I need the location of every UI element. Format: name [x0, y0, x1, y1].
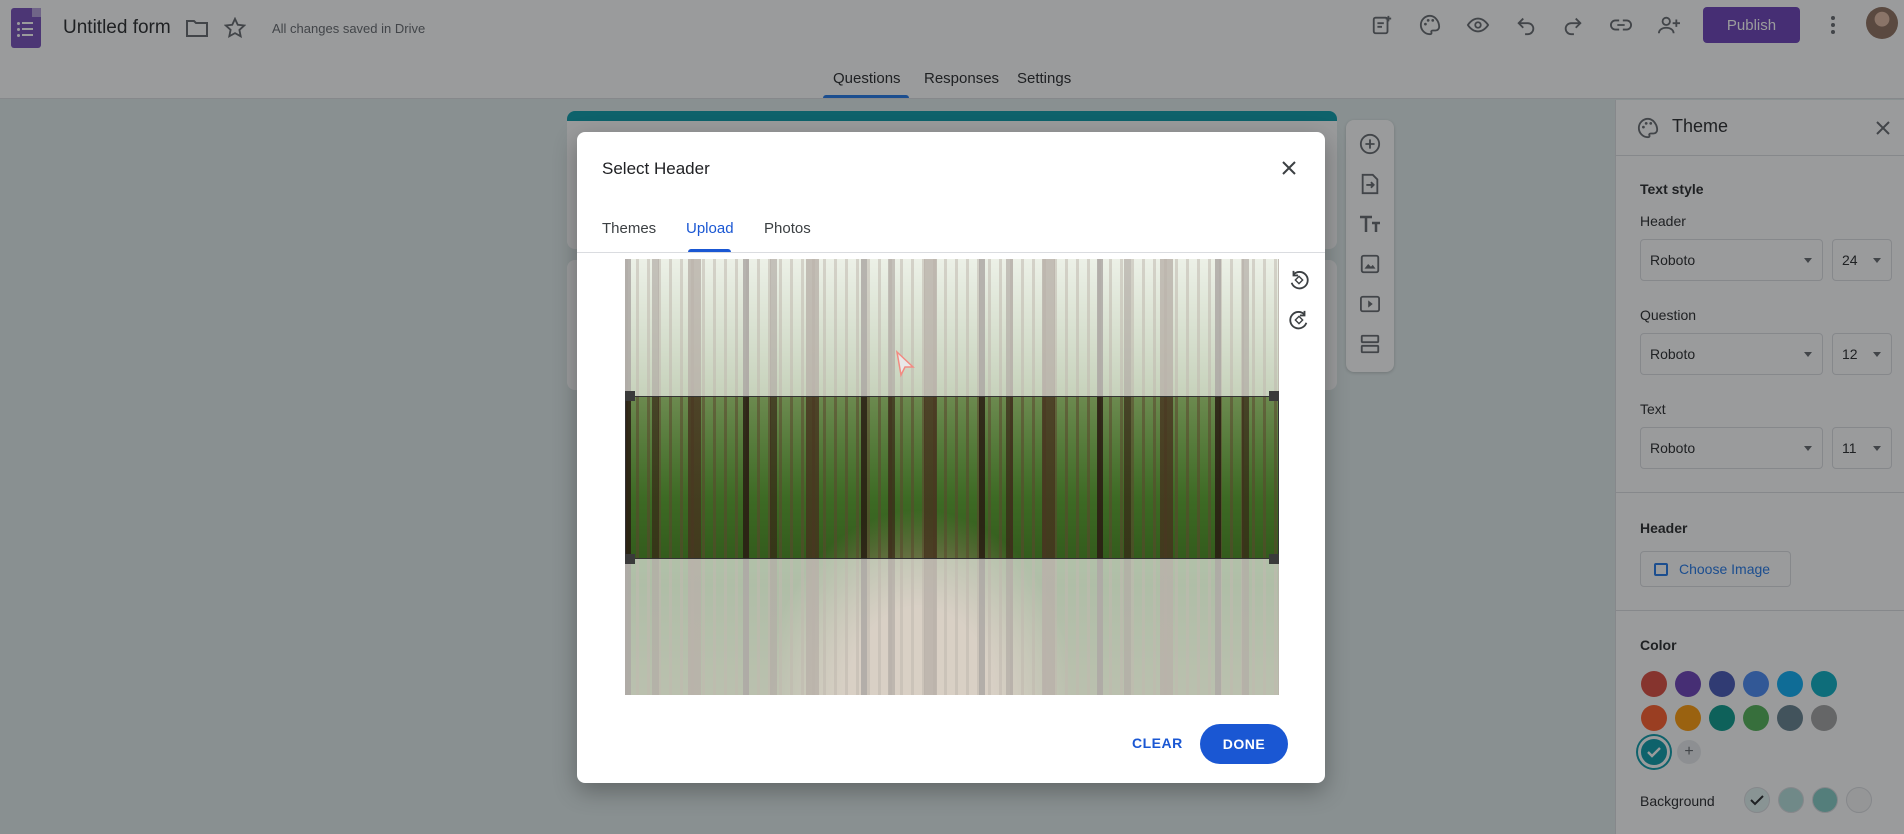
crop-handle-top-left[interactable] [625, 391, 635, 401]
done-button[interactable]: DONE [1200, 724, 1288, 764]
rotate-right-icon[interactable] [1287, 308, 1311, 332]
rotate-left-icon[interactable] [1287, 268, 1311, 292]
tab-photos[interactable]: Photos [764, 220, 811, 237]
tab-themes[interactable]: Themes [602, 220, 656, 237]
dialog-title: Select Header [602, 159, 710, 178]
crop-handle-bottom-left[interactable] [625, 554, 635, 564]
crop-handle-bottom-right[interactable] [1269, 554, 1279, 564]
crop-mask-top [625, 259, 1279, 396]
select-header-dialog: Select Header Themes Upload Photos CLEAR… [577, 132, 1325, 783]
header-image-cropper[interactable] [625, 259, 1279, 695]
close-icon[interactable] [1277, 156, 1301, 180]
crop-mask-bottom [625, 559, 1279, 695]
crop-handle-top-right[interactable] [1269, 391, 1279, 401]
tab-upload[interactable]: Upload [686, 220, 734, 237]
clear-button[interactable]: CLEAR [1132, 735, 1183, 751]
mouse-cursor-icon [895, 350, 915, 378]
crop-selection-box[interactable] [625, 396, 1279, 559]
divider [577, 252, 1325, 253]
